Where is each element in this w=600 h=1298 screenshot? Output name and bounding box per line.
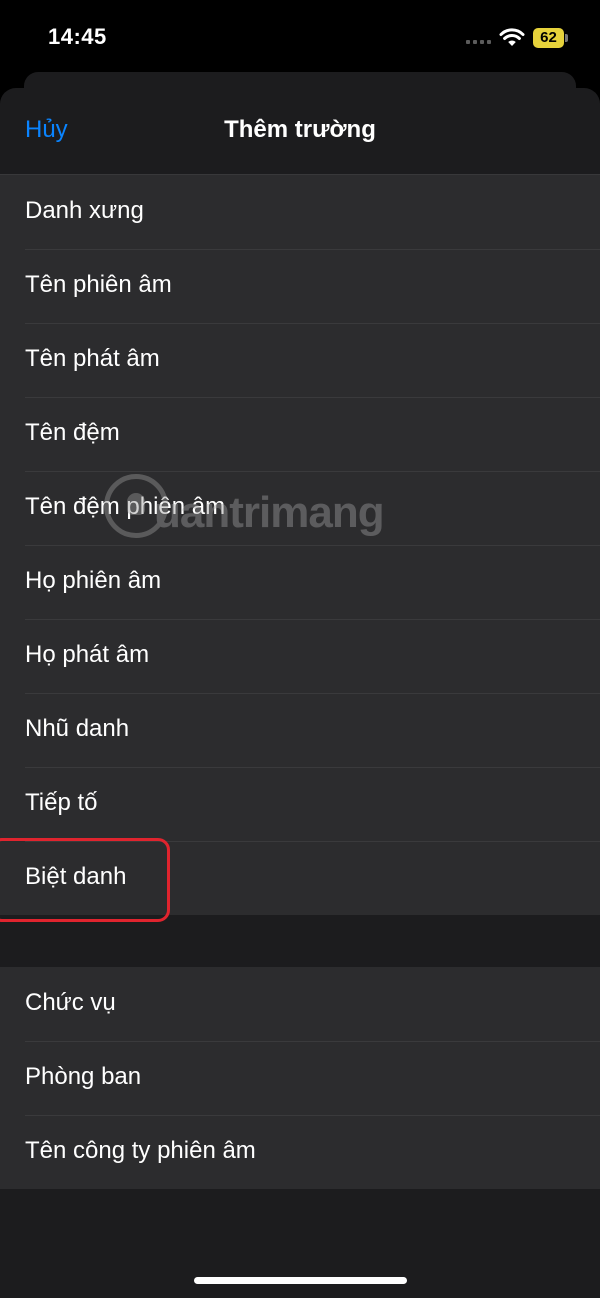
field-option-label: Tên phát âm (25, 345, 160, 372)
battery-level: 62 (533, 28, 564, 48)
field-option-label: Phòng ban (25, 1063, 142, 1090)
field-option-job-title[interactable]: Chức vụ (0, 967, 600, 1041)
field-option-label: Họ phiên âm (25, 567, 162, 594)
sheet-title: Thêm trường (224, 116, 376, 143)
field-option-label: Tiếp tố (25, 789, 98, 816)
navigation-bar: Hủy Thêm trường (0, 88, 600, 175)
status-bar: 14:45 62 (0, 0, 600, 72)
field-option-label: Tên công ty phiên âm (25, 1137, 256, 1164)
watermark-logo: uantrimang (104, 474, 454, 548)
highlight-box (0, 838, 170, 922)
watermark-text: uantrimang (154, 488, 385, 537)
field-option-phonetic-company[interactable]: Tên công ty phiên âm (0, 1115, 600, 1189)
field-option-suffix[interactable]: Tiếp tố (0, 767, 600, 841)
add-field-sheet: Hủy Thêm trường Danh xưng Tên phiên âm T… (0, 88, 600, 1298)
field-option-middle-name[interactable]: Tên đệm (0, 397, 600, 471)
field-option-phonetic-first-name[interactable]: Tên phiên âm (0, 249, 600, 323)
field-option-pronunciation-last-name[interactable]: Họ phát âm (0, 619, 600, 693)
work-fields-group: Chức vụ Phòng ban Tên công ty phiên âm (0, 967, 600, 1189)
field-option-label: Họ phát âm (25, 641, 150, 668)
status-time: 14:45 (48, 24, 107, 49)
wifi-icon (499, 28, 525, 46)
field-option-prefix[interactable]: Danh xưng (0, 175, 600, 249)
field-option-label: Nhũ danh (25, 715, 130, 742)
field-option-phonetic-last-name[interactable]: Họ phiên âm (0, 545, 600, 619)
field-option-label: Tên đệm (25, 419, 120, 446)
cellular-signal-icon (466, 40, 492, 45)
field-option-label: Tên phiên âm (25, 271, 172, 298)
field-option-label: Chức vụ (25, 989, 116, 1016)
field-option-label: Danh xưng (25, 197, 144, 224)
home-indicator (194, 1277, 407, 1284)
field-option-department[interactable]: Phòng ban (0, 1041, 600, 1115)
field-option-maiden-name[interactable]: Nhũ danh (0, 693, 600, 767)
field-option-pronunciation-first-name[interactable]: Tên phát âm (0, 323, 600, 397)
battery-icon: 62 (533, 28, 569, 48)
